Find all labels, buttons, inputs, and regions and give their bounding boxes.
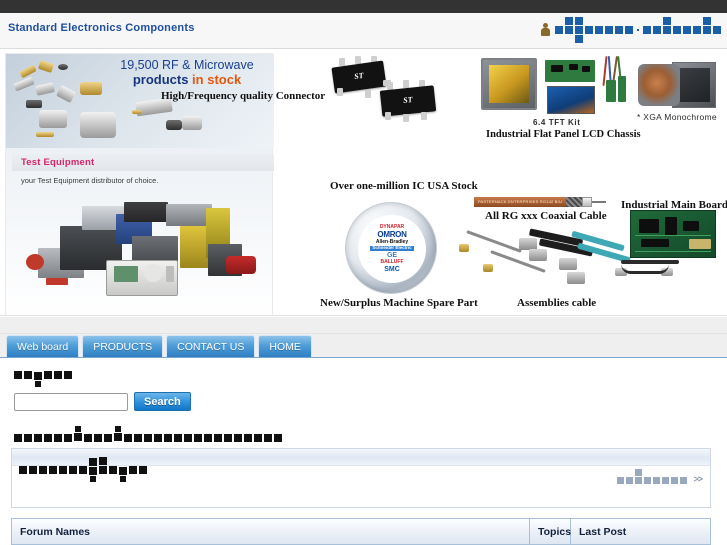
brand-schneider: Schneider Electric bbox=[370, 245, 414, 251]
promo-line-2b: in stock bbox=[192, 71, 242, 87]
column-header-forum-names[interactable]: Forum Names bbox=[12, 519, 530, 544]
tab-products[interactable]: PRODUCTS bbox=[82, 335, 164, 357]
promo-banner: 19,500 RF & Microwave products in stock … bbox=[0, 50, 727, 316]
site-header: Standard Electronics Components bbox=[0, 13, 727, 49]
column-header-last-post[interactable]: Last Post bbox=[571, 519, 710, 544]
brand-balluff: BALLUFF bbox=[380, 258, 404, 265]
test-equipment-title: Test Equipment bbox=[21, 157, 95, 168]
brand-ge: GE bbox=[386, 251, 398, 259]
main-navigation: Web board PRODUCTS CONTACT US HOME bbox=[0, 334, 727, 358]
caption-mainboard: Industrial Main Board bbox=[621, 199, 727, 211]
tab-home[interactable]: HOME bbox=[258, 335, 312, 357]
test-equipment-bar: Test Equipment bbox=[12, 154, 274, 171]
main-content: Search >> Forum Names Topics Last Post bbox=[0, 358, 727, 545]
section-description bbox=[14, 420, 282, 442]
caption-assemblies: Assemblies cable bbox=[517, 297, 597, 309]
lcd-panel-photo bbox=[481, 58, 537, 110]
search-input[interactable] bbox=[14, 392, 128, 411]
page-root: Standard Electronics Components 19,500 R… bbox=[0, 0, 727, 545]
promo-line-1: 19,500 RF & Microwave bbox=[120, 58, 254, 72]
caption-spare-part: New/Surplus Machine Spare Part bbox=[320, 297, 478, 309]
search-form: Search bbox=[14, 392, 191, 411]
main-board-photo bbox=[630, 210, 716, 258]
forum-table: Forum Names Topics Last Post bbox=[11, 518, 711, 545]
header-account-area[interactable] bbox=[541, 17, 721, 43]
forum-table-header: Forum Names Topics Last Post bbox=[12, 519, 710, 544]
column-header-topics[interactable]: Topics bbox=[530, 519, 571, 544]
browser-top-bar bbox=[0, 0, 727, 13]
tft-kit-photo bbox=[545, 60, 597, 116]
caption-coaxial: All RG xxx Coaxial Cable bbox=[485, 210, 607, 222]
ic-chips-photo: ST ST bbox=[325, 56, 461, 134]
user-icon bbox=[541, 23, 550, 37]
search-button[interactable]: Search bbox=[134, 392, 191, 411]
banner-divider bbox=[0, 317, 727, 334]
test-equipment-subtitle: your Test Equipment distributor of choic… bbox=[21, 176, 159, 185]
coaxial-cable-photo: PASTERNACK ENTERPRISES RG142 B/U bbox=[474, 197, 606, 207]
panel-body: >> bbox=[12, 467, 710, 507]
tab-web-board[interactable]: Web board bbox=[6, 335, 80, 357]
chip-brand-label: ST bbox=[353, 70, 365, 82]
xga-monitor-photo bbox=[636, 60, 716, 110]
promo-headline: 19,500 RF & Microwave products in stock bbox=[102, 58, 272, 87]
section-heading bbox=[14, 366, 72, 388]
caption-xga-mono: * XGA Monochrome bbox=[637, 112, 717, 122]
brand-logo-collage: DYNAPAR OMRON Allen-Bradley Schneider El… bbox=[358, 215, 426, 283]
caption-ic-stock: Over one-million IC USA Stock bbox=[330, 180, 478, 192]
page-title: Standard Electronics Components bbox=[8, 22, 195, 34]
rf-microwave-promo[interactable]: 19,500 RF & Microwave products in stock … bbox=[5, 53, 325, 315]
nav-tabs: Web board PRODUCTS CONTACT US HOME bbox=[6, 335, 312, 357]
machine-brands-logo: DYNAPAR OMRON Allen-Bradley Schneider El… bbox=[345, 202, 437, 294]
promo-line-2a: products bbox=[132, 71, 193, 87]
brand-omron: OMRON bbox=[377, 230, 407, 240]
brand-smc: SMC bbox=[384, 265, 400, 273]
promo-subtitle: High/Frequency quality Connector bbox=[161, 90, 326, 102]
caption-lcd-chassis: Industrial Flat Panel LCD Chassis bbox=[486, 129, 641, 140]
header-account-text[interactable] bbox=[555, 17, 721, 43]
more-link[interactable]: >> bbox=[693, 474, 702, 484]
coax-print-label: PASTERNACK ENTERPRISES RG142 B/U bbox=[474, 197, 566, 207]
panel-latest-topic[interactable]: >> bbox=[617, 469, 703, 484]
panel-header bbox=[12, 449, 710, 482]
ribbon-wires-photo bbox=[600, 55, 630, 102]
tab-contact-us[interactable]: CONTACT US bbox=[166, 335, 256, 357]
promo-line-2: products in stock bbox=[102, 71, 272, 87]
test-equipment-photo bbox=[20, 192, 266, 304]
caption-tft-kit: 6.4 TFT Kit bbox=[533, 118, 581, 127]
forum-latest-panel: >> bbox=[11, 448, 711, 508]
